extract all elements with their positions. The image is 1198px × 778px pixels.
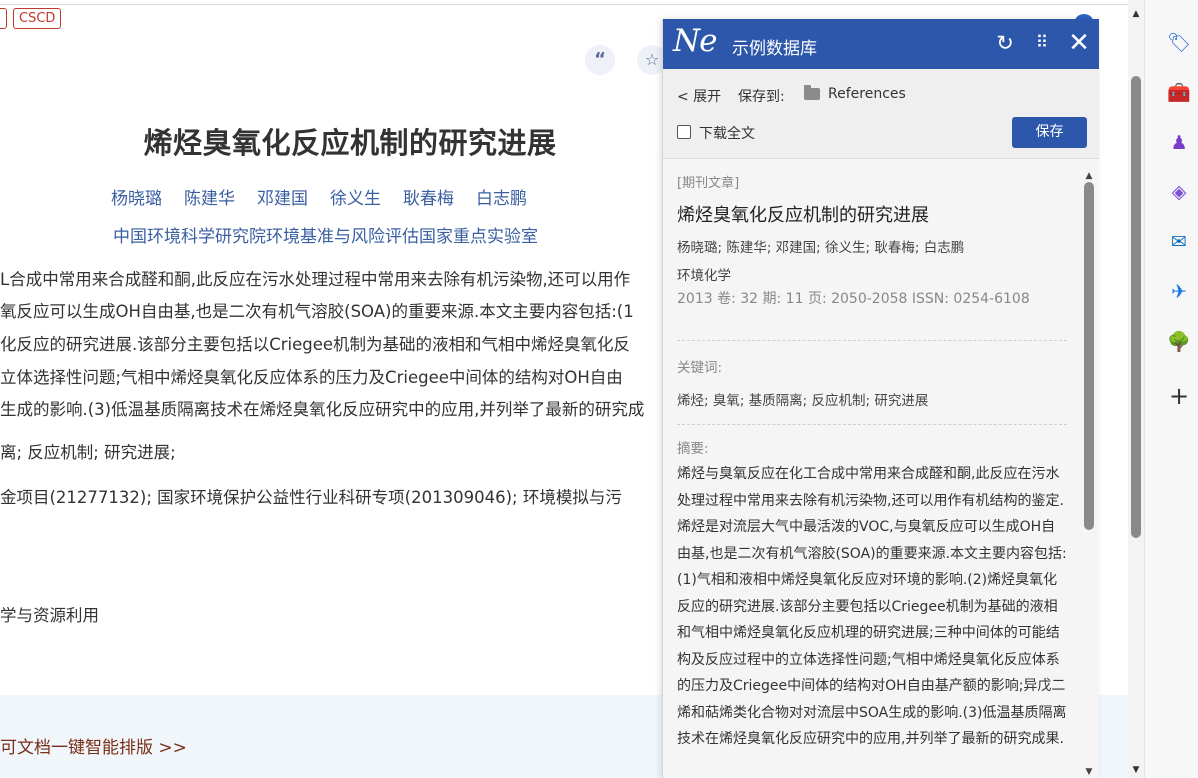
article-title: 烯烃臭氧化反应机制的研究进展	[143, 126, 557, 160]
page-scrollbar[interactable]: ▲ ▼	[1128, 0, 1144, 778]
smart-layout-link[interactable]: 可文档一键智能排版 >>	[0, 733, 187, 758]
folder-selector[interactable]: References	[828, 86, 906, 102]
abstract-label: 摘要:	[677, 441, 709, 457]
author-link[interactable]: 陈建华	[184, 184, 235, 209]
add-icon[interactable]: +	[1167, 384, 1191, 408]
index-badge-partial[interactable]: ]	[0, 8, 7, 29]
author-link[interactable]: 白志鹏	[476, 184, 527, 209]
abstract-line: 生成的影响.(3)低温基质隔离技术在烯烃臭氧化反应研究中的应用,并列举了最新的研…	[0, 400, 645, 419]
cite-quote-icon[interactable]: “	[585, 45, 615, 75]
save-to-label: 保存到:	[738, 89, 785, 105]
toolbox-icon[interactable]: 🧰	[1167, 81, 1191, 105]
download-fulltext-label[interactable]: 下载全文	[699, 123, 755, 143]
close-icon[interactable]: ✕	[1066, 30, 1092, 56]
abstract-line: 立体选择性问题;气相中烯烃臭氧化反应体系的压力及Criegee中间体的结构对OH…	[0, 368, 623, 387]
reference-title: 烯烃臭氧化反应机制的研究进展	[677, 205, 929, 226]
tag-icon[interactable]: 🏷	[1167, 31, 1191, 55]
section-divider	[677, 340, 1067, 341]
author-link[interactable]: 耿春梅	[403, 184, 454, 209]
panel-scrollbar[interactable]: ▲ ▼	[1082, 160, 1096, 778]
abstract-text: 烯烃与臭氧反应在化工合成中常用来合成醛和酮,此反应在污水处理过程中常用来去除有机…	[677, 466, 1067, 747]
abstract-line: 化反应的研究进展.该部分主要包括以Criegee机制为基础的液相和气相中烯烃臭氧…	[0, 335, 631, 354]
reference-journal: 环境化学	[677, 268, 731, 284]
author-link[interactable]: 徐义生	[330, 184, 381, 209]
keywords-label: 关键词:	[677, 360, 723, 376]
send-icon[interactable]: ✈	[1167, 280, 1191, 304]
scroll-down-icon[interactable]: ▼	[1083, 768, 1095, 777]
reference-meta: 2013 卷: 32 期: 11 页: 2050-2058 ISSN: 0254…	[677, 291, 1030, 307]
cscd-badge[interactable]: CSCD	[13, 8, 62, 29]
scrollbar-thumb[interactable]	[1084, 182, 1094, 530]
abstract-line: L合成中常用来合成醛和酮,此反应在污水处理过程中常用来去除有机污染物,还可以用作	[0, 270, 631, 289]
author-link[interactable]: 邓建国	[257, 184, 308, 209]
apps-grid-icon[interactable]: ⠿	[1029, 30, 1055, 56]
noteexpress-panel: Ne 示例数据库 ↻ ⠿ ✕ < 展开 保存到: References 下载全文…	[662, 19, 1099, 778]
section-divider	[677, 424, 1067, 425]
save-button[interactable]: 保存	[1012, 117, 1087, 148]
outlook-icon[interactable]: ✉	[1167, 230, 1191, 254]
affiliation-link[interactable]: 中国环境科学研究院环境基准与风险评估国家重点实验室	[113, 222, 538, 247]
funds-line[interactable]: 金项目(21277132); 国家环境保护公益性行业科研专项(201309046…	[0, 484, 622, 508]
subject-field-line[interactable]: 学与资源利用	[0, 602, 99, 626]
database-name[interactable]: 示例数据库	[732, 34, 817, 59]
author-list: 杨晓璐 陈建华 邓建国 徐义生 耿春梅 白志鹏	[111, 184, 549, 209]
refresh-icon[interactable]: ↻	[992, 30, 1018, 56]
reference-details: [期刊文章] 烯烃臭氧化反应机制的研究进展 杨晓璐; 陈建华; 邓建国; 徐义生…	[663, 160, 1099, 778]
keywords-line[interactable]: 离; 反应机制; 研究进展;	[0, 439, 176, 463]
copilot-icon[interactable]: ◈	[1167, 180, 1191, 204]
scroll-up-icon[interactable]: ▲	[1131, 10, 1141, 19]
expand-button[interactable]: < 展开	[677, 86, 721, 106]
author-link[interactable]: 杨晓璐	[111, 184, 162, 209]
top-divider	[0, 4, 1128, 5]
scroll-up-icon[interactable]: ▲	[1083, 172, 1095, 181]
scrollbar-thumb[interactable]	[1131, 76, 1141, 538]
reference-authors: 杨晓璐; 陈建华; 邓建国; 徐义生; 耿春梅; 白志鹏	[677, 240, 965, 256]
panel-toolbar: < 展开 保存到: References 下载全文 保存	[663, 69, 1099, 159]
folder-icon	[804, 85, 820, 100]
panel-header: Ne 示例数据库 ↻ ⠿ ✕	[663, 19, 1099, 69]
reference-type: [期刊文章]	[677, 176, 740, 191]
tree-icon[interactable]: 🌳	[1167, 330, 1191, 354]
games-icon[interactable]: ♟	[1167, 131, 1191, 155]
scroll-down-icon[interactable]: ▼	[1131, 766, 1141, 775]
download-fulltext-checkbox[interactable]	[677, 125, 691, 139]
noteexpress-logo: Ne	[673, 23, 717, 59]
abstract-line: 氧反应可以生成OH自由基,也是二次有机气溶胶(SOA)的重要来源.本文主要内容包…	[0, 302, 634, 321]
keywords-text: 烯烃; 臭氧; 基质隔离; 反应机制; 研究进展	[677, 393, 929, 409]
